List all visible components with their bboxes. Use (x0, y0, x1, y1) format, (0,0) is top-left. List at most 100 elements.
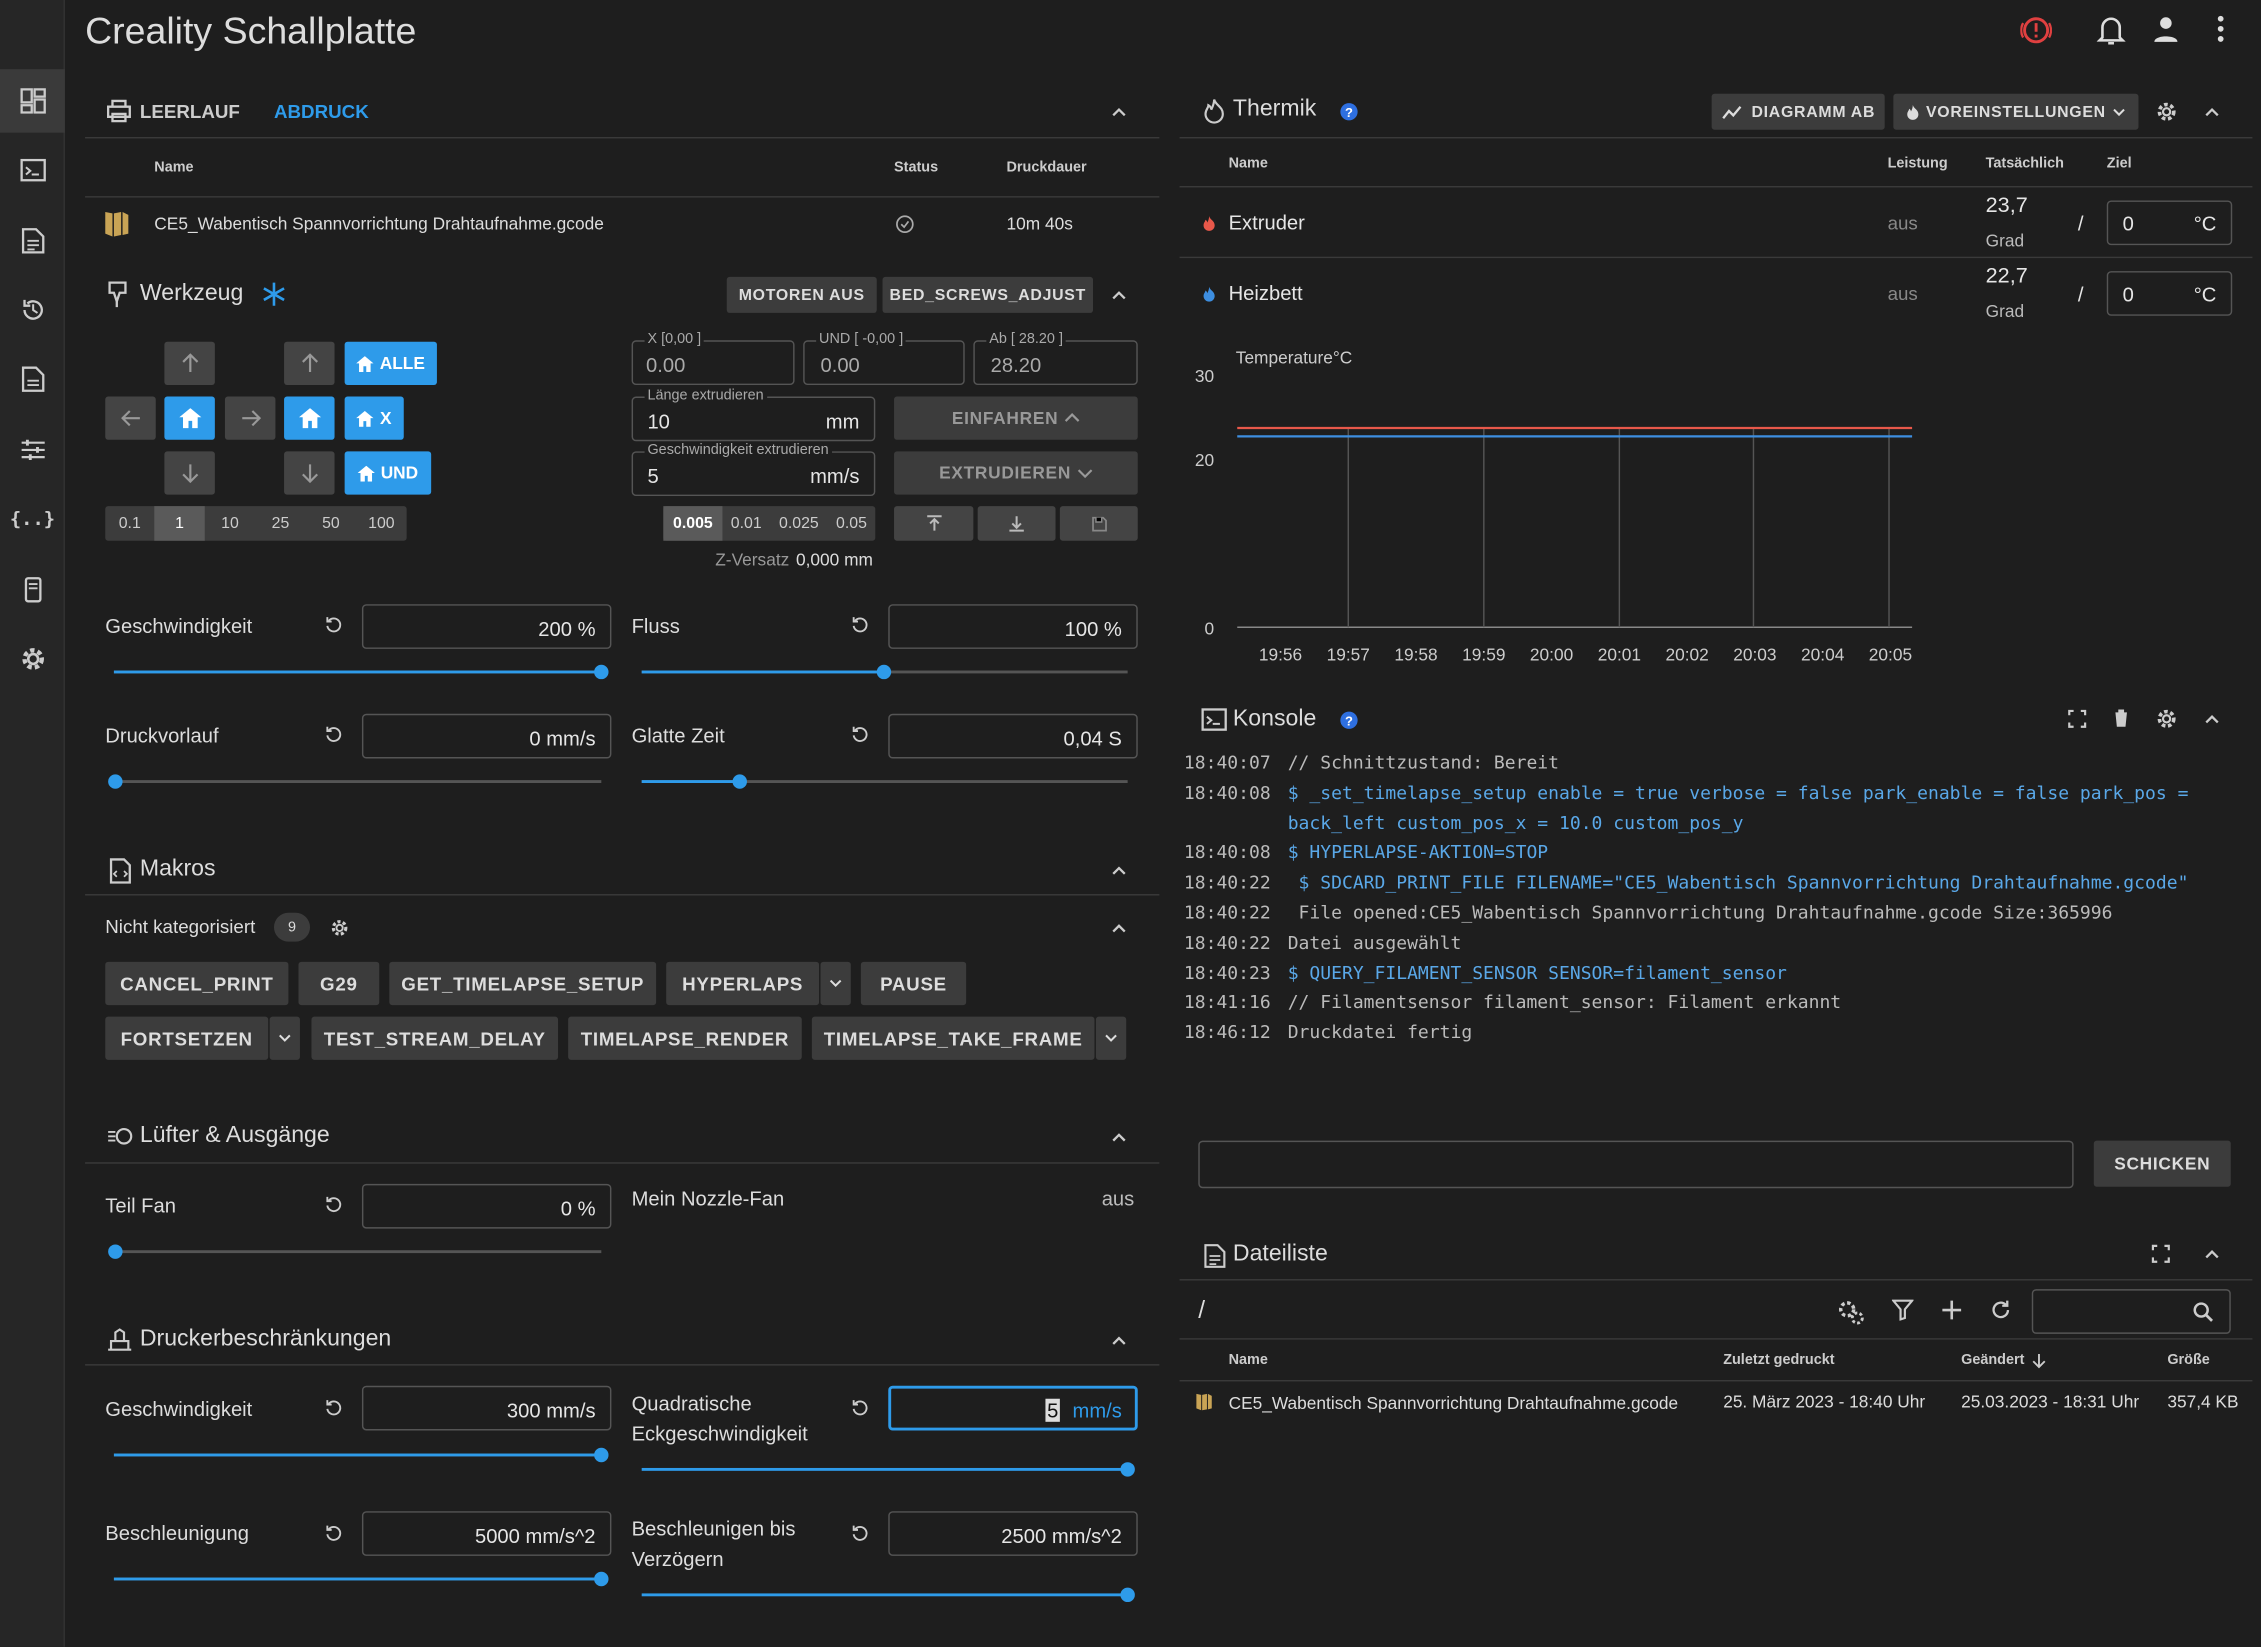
gears-icon[interactable] (1837, 1299, 1866, 1325)
flow-input[interactable]: 100 % (888, 604, 1138, 649)
history-icon[interactable] (0, 278, 65, 341)
jog-x-minus-button[interactable] (105, 396, 156, 440)
tab-idle[interactable]: LEERLAUF (140, 101, 240, 123)
acceleration-knob[interactable] (594, 1571, 609, 1587)
col-size[interactable]: Größe (2167, 1353, 2209, 1369)
temperature-chart[interactable]: Temperature°C 30 20 0 19:56 19:57 19:58 19:59 20… (1180, 332, 2253, 678)
acceleration-input[interactable]: 5000 mm/s^2 (361, 1511, 612, 1556)
a2d-slider[interactable] (641, 1593, 1128, 1597)
heater-row[interactable]: Heizbett aus 22,7 Grad / 0 °C (1180, 260, 2253, 329)
home-y-button[interactable]: UND (344, 451, 432, 495)
macro-dropdown-button[interactable] (1095, 1016, 1127, 1060)
macro-dropdown-button[interactable] (820, 961, 851, 1006)
col-power[interactable]: Leistung (1888, 156, 1948, 172)
step-option[interactable]: 25 (255, 506, 305, 541)
fan-snowflake-icon[interactable] (261, 281, 287, 307)
part-fan-knob[interactable] (108, 1244, 123, 1259)
trash-icon[interactable] (2113, 708, 2130, 728)
z-position-field[interactable]: Ab [ 28.20 ] 28.20 (973, 331, 1138, 386)
motors-off-button[interactable]: MOTOREN AUS (726, 276, 877, 313)
x-position-field[interactable]: X [0,00 ] 0.00 (631, 331, 795, 386)
extrude-speed-field[interactable]: Geschwindigkeit extrudieren 5 mm/s (631, 442, 876, 497)
pressure-advance-input[interactable]: 0 mm/s (361, 713, 612, 759)
macro-button[interactable]: TEST_STREAM_DELAY (311, 1016, 559, 1060)
a2d-knob[interactable] (1120, 1587, 1135, 1603)
col-name[interactable]: Name (154, 160, 193, 176)
jog-y-plus-button[interactable] (164, 341, 215, 386)
reset-icon[interactable] (324, 1524, 343, 1543)
col-status[interactable]: Status (894, 160, 938, 176)
y-position-field[interactable]: UND [ -0,00 ] 0.00 (803, 331, 965, 386)
status-row[interactable]: CE5_Wabentisch Spannvorrichtung Drahtauf… (85, 199, 1159, 251)
step-option[interactable]: 0.1 (105, 506, 154, 541)
reset-icon[interactable] (324, 1399, 343, 1418)
jog-y-minus-button[interactable] (164, 451, 215, 495)
send-button[interactable]: SCHICKEN (2093, 1140, 2231, 1187)
zstep-option-selected[interactable]: 0.005 (663, 506, 723, 541)
fullscreen-icon[interactable] (2068, 709, 2087, 728)
console-message[interactable]: back_left custom_pos_x = 10.0 custom_pos… (1288, 811, 1744, 833)
extrude-button[interactable]: EXTRUDIEREN (894, 451, 1138, 495)
reset-icon[interactable] (851, 1524, 870, 1543)
square-corner-velocity-input[interactable]: 5 mm/s (888, 1385, 1138, 1431)
add-icon[interactable] (1941, 1299, 1963, 1321)
search-icon[interactable] (2193, 1302, 2213, 1322)
gcode-file-icon[interactable] (0, 348, 65, 411)
step-option[interactable]: 10 (205, 506, 255, 541)
fullscreen-icon[interactable] (2151, 1244, 2170, 1263)
gear-icon[interactable] (2156, 708, 2178, 730)
heater-target-input[interactable]: 0 °C (2106, 200, 2233, 246)
macro-button[interactable]: HYPERLAPS (666, 961, 820, 1006)
filter-icon[interactable] (1891, 1299, 1914, 1321)
step-option[interactable]: 50 (306, 506, 356, 541)
part-fan-slider[interactable] (113, 1250, 602, 1254)
col-changed[interactable]: Geändert (1961, 1353, 2024, 1369)
zoffset-up-button[interactable] (894, 506, 974, 541)
files-icon[interactable] (0, 209, 65, 272)
pressure-advance-slider[interactable] (113, 780, 602, 784)
scv-slider[interactable] (641, 1467, 1128, 1471)
home-xy-button[interactable] (164, 396, 215, 440)
reset-icon[interactable] (324, 616, 343, 635)
pressure-advance-knob[interactable] (108, 774, 123, 789)
smooth-time-knob[interactable] (732, 774, 747, 789)
reset-icon[interactable] (324, 725, 343, 744)
macro-button[interactable]: GET_TIMELAPSE_SETUP (389, 961, 657, 1006)
collapse-icon[interactable] (1109, 1128, 1129, 1148)
macro-button[interactable]: FORTSETZEN (105, 1016, 269, 1060)
file-row[interactable]: CE5_Wabentisch Spannvorrichtung Drahtauf… (1180, 1383, 2253, 1423)
collapse-icon[interactable] (2202, 102, 2222, 122)
current-path[interactable]: / (1198, 1296, 1205, 1325)
part-fan-input[interactable]: 0 % (361, 1183, 612, 1229)
zstep-option[interactable]: 0.01 (722, 506, 770, 541)
help-icon[interactable]: ? (1340, 711, 1359, 730)
macro-button[interactable]: G29 (298, 961, 380, 1006)
device-icon[interactable] (0, 558, 65, 621)
refresh-icon[interactable] (1990, 1299, 2012, 1321)
home-all-button[interactable]: ALLE (344, 341, 437, 386)
console-message[interactable]: $ HYPERLAPSE-AKTION=STOP (1288, 841, 1548, 863)
heater-target-input[interactable]: 0 °C (2106, 271, 2233, 316)
speed-input[interactable]: 200 % (361, 604, 612, 649)
tab-print[interactable]: ABDRUCK (274, 101, 369, 123)
step-option[interactable]: 100 (356, 506, 406, 541)
speed-slider-knob[interactable] (594, 664, 609, 680)
presets-button[interactable]: VOREINSTELLUNGEN (1893, 93, 2139, 130)
console-command-input[interactable] (1198, 1140, 2074, 1189)
collapse-icon[interactable] (1109, 286, 1129, 306)
zoffset-down-button[interactable] (977, 506, 1056, 541)
velocity-knob[interactable] (594, 1447, 609, 1463)
extrude-length-field[interactable]: Länge extrudieren 10 mm (631, 387, 876, 442)
console-message[interactable]: $ QUERY_FILAMENT_SENSOR SENSOR=filament_… (1288, 961, 1787, 983)
user-icon[interactable] (2151, 14, 2183, 46)
flow-slider-knob[interactable] (876, 664, 892, 680)
console-icon[interactable] (0, 138, 65, 201)
col-last-printed[interactable]: Zuletzt gedruckt (1723, 1353, 1834, 1369)
retract-button[interactable]: EINFAHREN (894, 396, 1138, 440)
emergency-stop-icon[interactable] (2020, 14, 2052, 46)
collapse-icon[interactable] (1109, 861, 1129, 881)
smooth-time-input[interactable]: 0,04 S (888, 713, 1138, 759)
col-name[interactable]: Name (1229, 1353, 1268, 1369)
macro-button[interactable]: CANCEL_PRINT (105, 961, 289, 1006)
bed-screws-button[interactable]: BED_SCREWS_ADJUST (882, 276, 1094, 313)
